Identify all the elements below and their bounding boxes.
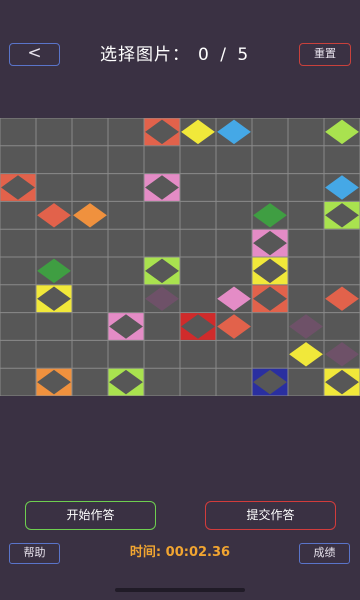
tile-cell[interactable] xyxy=(325,286,359,311)
tile-diamond xyxy=(325,286,359,311)
timer-label: 时间: xyxy=(129,545,166,560)
tile-cell[interactable] xyxy=(252,285,288,313)
tile-cell[interactable] xyxy=(37,203,71,228)
tile-cell[interactable] xyxy=(73,203,107,228)
tile-cell[interactable] xyxy=(37,258,71,284)
back-button[interactable]: < xyxy=(9,43,60,66)
tile-diamond xyxy=(325,175,359,200)
tile-cell[interactable] xyxy=(180,313,216,340)
reset-button[interactable]: 重置 xyxy=(299,43,351,66)
tile-diamond xyxy=(325,342,359,367)
tile-cell[interactable] xyxy=(252,368,288,396)
timer-value: 00:02.36 xyxy=(165,545,231,560)
tile-diamond xyxy=(37,203,71,228)
tile-cell[interactable] xyxy=(217,286,251,311)
submit-answer-button[interactable]: 提交作答 xyxy=(205,501,336,530)
tile-cell[interactable] xyxy=(252,229,288,257)
start-answer-button[interactable]: 开始作答 xyxy=(25,501,156,530)
tile-diamond xyxy=(217,286,251,311)
tile-diamond xyxy=(37,258,71,284)
tile-cell[interactable] xyxy=(325,175,359,200)
tile-diamond xyxy=(289,314,323,339)
tile-board xyxy=(0,118,360,396)
tile-cell[interactable] xyxy=(253,203,287,228)
tile-diamond xyxy=(217,314,251,339)
tile-cell[interactable] xyxy=(289,342,323,367)
help-button[interactable]: 帮助 xyxy=(9,543,60,564)
tile-diamond xyxy=(253,203,287,228)
tile-cell[interactable] xyxy=(217,314,251,339)
title-label: 选择图片： xyxy=(100,45,190,65)
tile-cell[interactable] xyxy=(181,119,215,145)
tile-cell[interactable] xyxy=(325,119,359,145)
tile-cell[interactable] xyxy=(108,368,144,396)
page-title: 选择图片： 0 / 5 xyxy=(100,42,270,68)
tile-cell[interactable] xyxy=(325,342,359,367)
tile-cell[interactable] xyxy=(144,174,180,201)
tile-diamond xyxy=(289,342,323,367)
tile-cell[interactable] xyxy=(108,313,144,340)
tile-grid xyxy=(0,118,360,396)
tile-diamond xyxy=(181,119,215,145)
tile-cell[interactable] xyxy=(145,286,179,311)
tile-cell[interactable] xyxy=(252,257,288,285)
tile-diamond xyxy=(217,119,251,145)
tile-cell[interactable] xyxy=(289,314,323,339)
selection-count: 0 / 5 xyxy=(198,45,252,65)
tile-cell[interactable] xyxy=(217,119,251,145)
results-button[interactable]: 成绩 xyxy=(299,543,350,564)
tile-cell[interactable] xyxy=(324,201,360,229)
tile-cell[interactable] xyxy=(144,257,180,285)
tile-cell[interactable] xyxy=(0,174,36,201)
back-icon: < xyxy=(27,43,42,63)
app-screen: < 选择图片： 0 / 5 重置 开始作答 提交作答 帮助 时间: 00:02.3… xyxy=(0,0,360,600)
tile-diamond xyxy=(325,119,359,145)
tile-cell[interactable] xyxy=(36,285,72,313)
tile-cell[interactable] xyxy=(144,118,180,146)
tile-diamond xyxy=(145,286,179,311)
home-indicator xyxy=(115,588,245,592)
tile-diamond xyxy=(73,203,107,228)
tile-cell[interactable] xyxy=(36,368,72,396)
tile-cell[interactable] xyxy=(324,368,360,396)
timer: 时间: 00:02.36 xyxy=(110,542,250,564)
